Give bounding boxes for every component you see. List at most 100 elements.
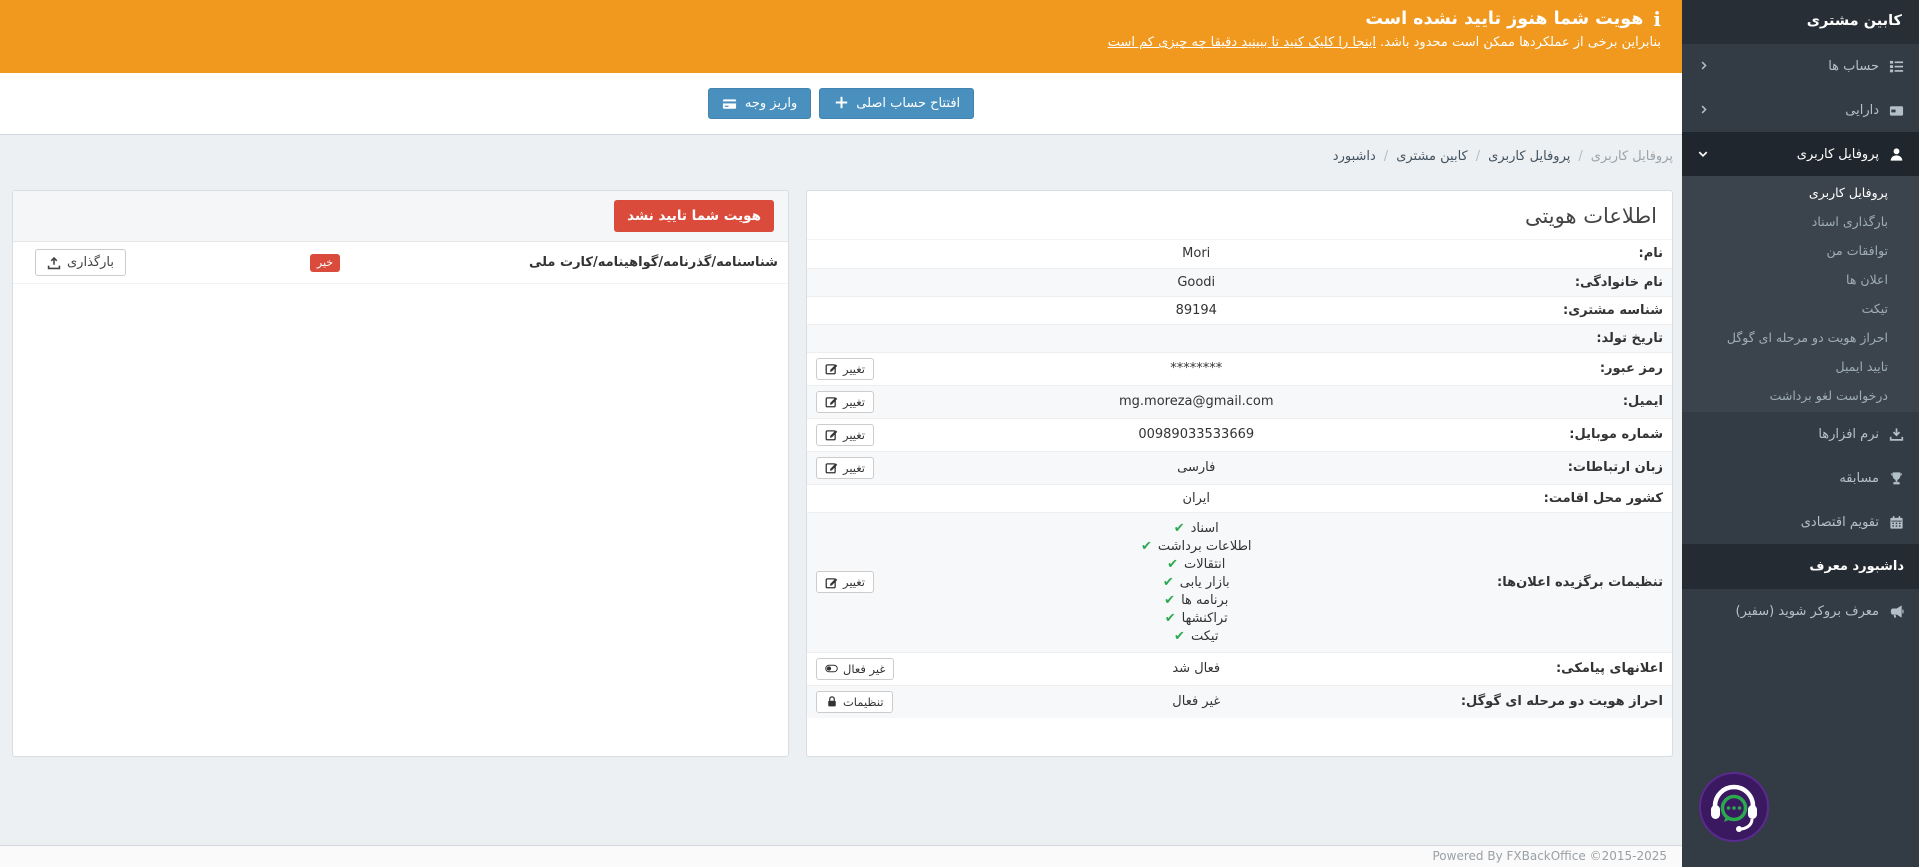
- trophy-icon: [1888, 470, 1904, 486]
- submenu-item-upload-documents[interactable]: بارگذاری اسناد: [1682, 207, 1919, 236]
- upload-icon: [47, 256, 61, 270]
- list-item: اطلاعات برداشت ✔: [1140, 538, 1252, 554]
- breadcrumb-dashboard[interactable]: داشبورد: [1333, 149, 1376, 164]
- table-row-country: کشور محل اقامت: ایران: [806, 483, 1672, 512]
- sidebar-item-profile[interactable]: پروفایل کاربری: [1682, 132, 1919, 176]
- chevron-down-icon: [1697, 148, 1709, 160]
- list-item: برنامه ها ✔: [1164, 592, 1229, 608]
- table-row-lastname: نام خانوادگی: Goodi: [806, 267, 1672, 296]
- panels-row: اطلاعات هویتی نام: Mori نام خانوادگی: Go…: [12, 190, 1673, 757]
- profile-submenu: پروفایل کاربری بارگذاری اسناد توافقات من…: [1682, 176, 1919, 412]
- chevron-right-icon: [1697, 60, 1709, 72]
- row-label: نام:: [1638, 246, 1664, 262]
- breadcrumb-client-cabinet[interactable]: کابین مشتری: [1396, 149, 1468, 164]
- sidebar-item-label: نرم افزارها: [1818, 426, 1879, 442]
- upload-document-button[interactable]: بارگذاری: [35, 249, 126, 276]
- list-icon: [1888, 58, 1904, 74]
- sidebar-item-referral-dashboard[interactable]: داشبورد معرف: [1682, 544, 1919, 589]
- row-value: غیر فعال: [988, 684, 1404, 718]
- breadcrumb-separator: /: [1578, 149, 1583, 164]
- row-value: ایران: [988, 483, 1404, 512]
- calendar-icon: [1888, 514, 1904, 530]
- row-value: mg.moreza@gmail.com: [988, 384, 1404, 418]
- change-label: تغییر: [842, 394, 866, 409]
- row-label: کشور محل اقامت:: [1403, 483, 1672, 512]
- headset-chat-icon: [1699, 772, 1769, 842]
- identity-panel-title: اطلاعات هویتی: [806, 191, 1672, 240]
- list-item: تراکنشها ✔: [1164, 610, 1228, 626]
- edit-icon: [825, 576, 838, 589]
- submenu-item-cancel-withdrawal[interactable]: درخواست لغو برداشت: [1682, 381, 1919, 410]
- banner-subtitle: بنابراین برخی از عملکردها ممکن است محدود…: [21, 35, 1661, 50]
- verification-panel: هویت شما تایید نشد شناسنامه/گذرنامه/گواه…: [12, 190, 789, 757]
- footer: Powered By FXBackOffice ©2015-2025: [0, 845, 1682, 867]
- submenu-item-email-verify[interactable]: تایید ایمیل: [1682, 352, 1919, 381]
- missing-info-link[interactable]: اینجا را کلیک کنید تا ببینید دقیقا چه چی…: [1108, 35, 1376, 50]
- row-label: شناسه مشتری:: [1403, 295, 1672, 324]
- sidebar-item-become-broker-referrer[interactable]: معرف بروکر شوید (سفیر): [1682, 589, 1919, 633]
- check-icon: ✔: [1164, 610, 1176, 626]
- submenu-item-notifications[interactable]: اعلان ها: [1682, 265, 1919, 294]
- sidebar-item-accounts[interactable]: حساب ها: [1682, 44, 1919, 88]
- breadcrumb-current: پروفایل کاربری: [1590, 149, 1673, 164]
- edit-icon: [825, 461, 838, 474]
- change-label: تغییر: [842, 460, 866, 475]
- sidebar-item-assets[interactable]: دارایی: [1682, 88, 1919, 132]
- sidebar-item-contest[interactable]: مسابقه: [1682, 456, 1919, 500]
- sidebar-title: کابین مشتری: [1682, 0, 1919, 44]
- submenu-item-google-2fa[interactable]: احراز هویت دو مرحله ای گوگل: [1682, 323, 1919, 352]
- row-value: 00989033533669: [988, 417, 1404, 451]
- row-value: ********: [988, 351, 1404, 385]
- breadcrumb-user-profile[interactable]: پروفایل کاربری: [1488, 149, 1570, 164]
- deposit-label: واریز وجه: [744, 96, 798, 111]
- list-item: انتقالات ✔: [1167, 556, 1226, 572]
- table-row-birthdate: تاریخ تولد:: [806, 323, 1672, 352]
- change-email-button[interactable]: تغییر: [815, 390, 875, 413]
- table-row-name: نام: Mori: [807, 240, 1672, 268]
- table-row-mobile: شماره موبایل: 00989033533669 تغییر: [806, 417, 1672, 451]
- change-password-button[interactable]: تغییر: [815, 357, 875, 380]
- footer-credit: Powered By FXBackOffice ©2015-2025: [1432, 849, 1668, 863]
- sidebar-item-software[interactable]: نرم افزارها: [1682, 412, 1919, 456]
- list-item: اسناد ✔: [1173, 520, 1219, 536]
- change-language-button[interactable]: تغییر: [815, 456, 875, 479]
- submenu-item-my-agreements[interactable]: توافقات من: [1682, 236, 1919, 265]
- change-label: تغییر: [842, 427, 866, 442]
- change-notifications-button[interactable]: تغییر: [815, 571, 875, 593]
- notification-options-list: اسناد ✔ اطلاعات برداشت ✔ انتقالات ✔ بازار ی…: [998, 518, 1395, 647]
- lock-icon: [825, 695, 838, 708]
- support-chat-widget[interactable]: [1699, 772, 1769, 842]
- check-icon: ✔: [1164, 592, 1176, 608]
- document-status: خیر: [250, 253, 400, 272]
- sidebar-item-economic-calendar[interactable]: تقویم اقتصادی: [1682, 500, 1919, 544]
- submenu-item-user-profile[interactable]: پروفایل کاربری: [1682, 178, 1919, 207]
- document-row: شناسنامه/گذرنامه/گواهینامه/کارت ملی خیر …: [13, 242, 788, 284]
- table-row-sms-notifications: اعلانهای پیامکی: فعال شد غیر فعال: [806, 651, 1672, 685]
- row-label: رمز عبور:: [1403, 351, 1672, 385]
- banner-subtitle-text: بنابراین برخی از عملکردها ممکن است محدود…: [1375, 35, 1661, 50]
- table-row-notification-preferences: تنظیمات برگزیده اعلان‌ها: اسناد ✔ اطلاعات…: [806, 511, 1672, 652]
- table-row-email: ایمیل: mg.moreza@gmail.com تغییر: [806, 384, 1672, 418]
- sidebar-item-label: دارایی: [1845, 102, 1879, 118]
- row-value: 89194: [988, 295, 1404, 324]
- row-label: ایمیل:: [1403, 384, 1672, 418]
- disable-sms-button[interactable]: غیر فعال: [815, 657, 895, 680]
- upload-label: بارگذاری: [67, 255, 114, 270]
- submenu-item-ticket[interactable]: تیکت: [1682, 294, 1919, 323]
- change-mobile-button[interactable]: تغییر: [815, 423, 875, 446]
- sidebar-item-label: تقویم اقتصادی: [1800, 514, 1879, 530]
- page-content: داشبورد / کابین مشتری / پروفایل کاربری /…: [0, 135, 1682, 845]
- toolbar: افتتاح حساب اصلی واریز وجه: [0, 73, 1682, 135]
- row-label: شماره موبایل:: [1403, 417, 1672, 451]
- main-area: i هویت شما هنوز تایید نشده است بنابراین …: [0, 0, 1682, 867]
- identity-info-panel: اطلاعات هویتی نام: Mori نام خانوادگی: Go…: [805, 190, 1673, 757]
- deposit-button[interactable]: واریز وجه: [707, 88, 812, 119]
- open-main-account-button[interactable]: افتتاح حساب اصلی: [819, 88, 975, 119]
- row-label: تنظیمات برگزیده اعلان‌ها:: [1403, 511, 1672, 652]
- change-label: تغییر: [842, 361, 866, 376]
- table-row-password: رمز عبور: ******** تغییر: [806, 351, 1672, 385]
- sidebar: کابین مشتری حساب ها دارایی پروفایل کاربر…: [1682, 0, 1919, 867]
- breadcrumb-separator: /: [1475, 149, 1481, 164]
- row-label: نام خانوادگی:: [1403, 267, 1672, 296]
- 2fa-settings-button[interactable]: تنظیمات: [815, 690, 893, 713]
